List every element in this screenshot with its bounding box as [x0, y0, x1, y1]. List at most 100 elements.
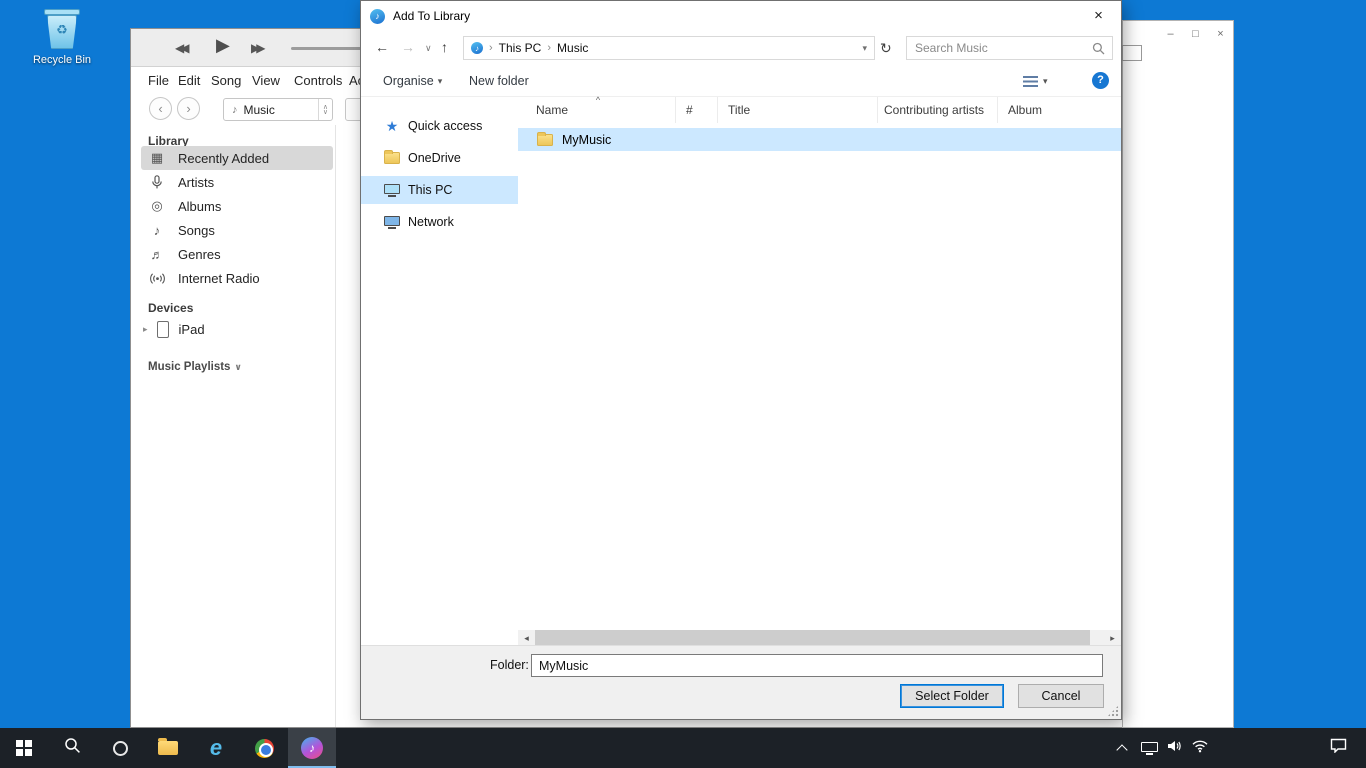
column-header-album[interactable]: Album [998, 97, 1123, 123]
grid-icon: ▦ [149, 150, 165, 166]
history-dropdown-icon[interactable]: ∨ [425, 43, 432, 54]
column-header-contributing-artists[interactable]: Contributing artists [878, 97, 998, 123]
search-box [906, 36, 1113, 60]
add-to-library-dialog: ♪ Add To Library × ← → ∨ ↑ ♪ › This PC ›… [360, 0, 1122, 720]
media-picker-dropdown[interactable]: ♪ Music ∧ ∨ [223, 98, 333, 121]
breadcrumb-music[interactable]: Music [557, 41, 588, 55]
search-input[interactable] [907, 41, 1092, 55]
cortana-button[interactable] [96, 728, 144, 768]
window-controls: – □ × [1158, 21, 1233, 49]
view-mode-button[interactable]: ▾ [1023, 74, 1053, 89]
expand-chevron-icon[interactable]: ▸ [143, 324, 148, 335]
itunes-taskbar-button[interactable]: ♪ [288, 728, 336, 768]
recycle-bin-icon: ♻ [42, 6, 82, 52]
action-center-icon [1330, 738, 1347, 758]
itunes-icon: ♪ [301, 737, 323, 759]
itunes-back-button[interactable]: ‹ [149, 97, 172, 120]
menu-song[interactable]: Song [211, 73, 241, 88]
network-tray-button[interactable] [1186, 728, 1214, 768]
close-icon[interactable]: × [1208, 21, 1233, 49]
nav-item-quick-access[interactable]: ★ Quick access [361, 112, 518, 140]
breadcrumb-this-pc[interactable]: This PC [499, 41, 542, 55]
recycle-icon: ♻ [42, 22, 82, 38]
sidebar-item-recently-added[interactable]: ▦ Recently Added [141, 146, 333, 170]
action-center-button[interactable] [1316, 728, 1360, 768]
new-folder-button[interactable]: New folder [469, 74, 529, 88]
wifi-icon [1191, 739, 1209, 758]
file-row-mymusic[interactable]: MyMusic [518, 128, 1121, 151]
refresh-button[interactable]: ↻ [880, 40, 892, 57]
display-tray-button[interactable] [1136, 728, 1162, 768]
dialog-command-bar: Organise ▾ New folder ▾ ? [361, 65, 1121, 97]
menu-view[interactable]: View [252, 73, 280, 88]
nav-item-onedrive[interactable]: OneDrive [361, 144, 518, 172]
resize-grip[interactable] [1107, 705, 1119, 717]
music-playlists-header[interactable]: Music Playlists∨ [148, 361, 242, 373]
media-picker-spinner[interactable]: ∧ ∨ [318, 99, 332, 120]
microphone-icon [149, 175, 165, 189]
background-window-partial-field [1122, 45, 1142, 61]
ipad-icon [157, 321, 169, 338]
play-button[interactable]: ▶ [216, 35, 230, 56]
nav-item-network[interactable]: Network [361, 208, 518, 236]
music-location-icon: ♪ [471, 42, 483, 54]
chrome-button[interactable] [240, 728, 288, 768]
minimize-button[interactable]: – [1158, 21, 1183, 49]
forward-button[interactable]: → [401, 39, 415, 55]
show-hidden-icons-button[interactable] [1110, 728, 1134, 768]
address-bar[interactable]: ♪ › This PC › Music ▾ [463, 36, 875, 60]
onedrive-folder-icon [383, 152, 401, 164]
sidebar-item-ipad[interactable]: ▸ iPad [131, 317, 336, 341]
details-view-icon [1023, 76, 1038, 87]
menu-edit[interactable]: Edit [178, 73, 200, 88]
volume-slider[interactable] [291, 47, 363, 50]
sidebar-item-artists[interactable]: Artists [141, 170, 333, 194]
devices-header: Devices [148, 301, 193, 315]
internet-explorer-icon: e [210, 738, 222, 758]
rewind-button[interactable]: ◀◀ [175, 41, 185, 55]
itunes-forward-button[interactable]: › [177, 97, 200, 120]
organise-menu[interactable]: Organise ▾ [383, 74, 442, 88]
nav-item-this-pc[interactable]: This PC [361, 176, 518, 204]
column-header-title[interactable]: Title [718, 97, 878, 123]
sidebar-item-internet-radio[interactable]: Internet Radio [141, 266, 333, 290]
column-header-number[interactable]: # [676, 97, 718, 123]
chrome-icon [255, 739, 274, 758]
search-icon [64, 737, 81, 759]
dialog-navigation-pane: ★ Quick access OneDrive This PC Network [361, 97, 518, 628]
genres-icon: ♬ [149, 247, 165, 262]
close-button[interactable]: × [1076, 1, 1121, 30]
back-button[interactable]: ← [375, 39, 389, 55]
address-dropdown-icon[interactable]: ▾ [862, 43, 867, 54]
fast-forward-button[interactable]: ▶▶ [251, 41, 261, 55]
folder-name-input[interactable] [531, 654, 1103, 677]
file-explorer-button[interactable] [144, 728, 192, 768]
menu-controls[interactable]: Controls [294, 73, 342, 88]
volume-tray-button[interactable] [1162, 728, 1186, 768]
scroll-left-icon[interactable]: ◂ [518, 633, 535, 644]
scroll-right-icon[interactable]: ▸ [1104, 633, 1121, 644]
dropdown-icon: ▾ [1043, 76, 1048, 87]
star-icon: ★ [383, 119, 401, 133]
internet-explorer-button[interactable]: e [192, 728, 240, 768]
dialog-file-list: ^ Name # Title Contributing artists Albu… [518, 97, 1121, 628]
itunes-sidebar: Library ▦ Recently Added Artists ◎ Album… [131, 125, 336, 727]
windows-logo-icon [16, 740, 33, 757]
maximize-button[interactable]: □ [1183, 21, 1208, 49]
sidebar-item-genres[interactable]: ♬ Genres [141, 242, 333, 266]
menu-file[interactable]: File [148, 73, 169, 88]
breadcrumb-separator-icon: › [547, 42, 551, 54]
background-window: – □ × [1122, 20, 1234, 728]
column-header-name[interactable]: Name [518, 97, 676, 123]
cancel-button[interactable]: Cancel [1018, 684, 1104, 708]
recycle-bin[interactable]: ♻ Recycle Bin [26, 6, 98, 66]
sidebar-item-albums[interactable]: ◎ Albums [141, 194, 333, 218]
select-folder-button[interactable]: Select Folder [900, 684, 1004, 708]
help-button[interactable]: ? [1092, 72, 1109, 89]
dialog-titlebar[interactable]: ♪ Add To Library × [361, 1, 1121, 31]
search-icon [1092, 42, 1105, 55]
start-button[interactable] [0, 728, 48, 768]
taskbar-search-button[interactable] [48, 728, 96, 768]
up-button[interactable]: ↑ [441, 39, 448, 55]
sidebar-item-songs[interactable]: ♪ Songs [141, 218, 333, 242]
